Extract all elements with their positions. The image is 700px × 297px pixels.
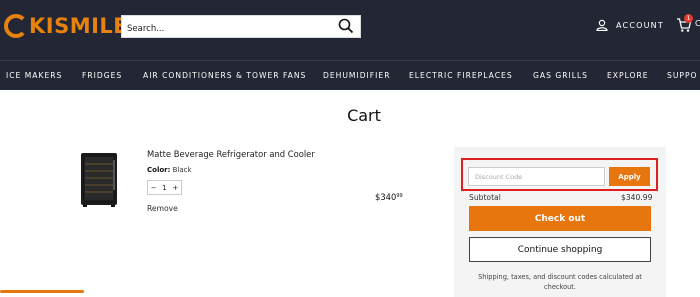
checkout-button[interactable]: Check out [469,206,651,231]
logo-c-mark [4,14,28,38]
search-icon[interactable] [338,18,354,34]
cart-label-partial[interactable]: C [695,19,700,28]
account-link[interactable]: ACCOUNT [596,19,664,31]
nav-item-ice-makers[interactable]: ICE MAKERS [6,71,62,80]
price-main: $340 [375,192,397,202]
qty-decrease-button[interactable]: − [151,184,157,192]
main-nav: ICE MAKERS FRIDGES AIR CONDITIONERS & TO… [0,60,700,90]
nav-item-dehumidifier[interactable]: DEHUMIDIFIER [323,71,390,80]
color-label: Color: [147,166,171,174]
nav-item-air-conditioners[interactable]: AIR CONDITIONERS & TOWER FANS [143,71,306,80]
cart-count-badge: 1 [684,14,693,23]
discount-code-input[interactable] [468,167,605,186]
product-image[interactable] [80,152,118,208]
page-title: Cart [347,106,381,125]
nav-item-fridges[interactable]: FRIDGES [82,71,122,80]
search-input[interactable] [122,18,332,40]
account-label: ACCOUNT [616,20,664,30]
quantity-stepper: − 1 + [147,180,182,195]
nav-item-gas-grills[interactable]: GAS GRILLS [533,71,588,80]
nav-item-explore[interactable]: EXPLORE [607,71,649,80]
line-price: $34099 [375,192,403,202]
logo-text: KISMILE [29,14,129,38]
kismile-logo[interactable]: KISMILE [4,10,128,42]
product-color: Color: Black [147,166,192,174]
qty-value[interactable]: 1 [162,184,166,192]
checkout-note: Shipping, taxes, and discount codes calc… [478,273,642,291]
user-icon [596,19,608,31]
search-box [121,15,361,40]
qty-increase-button[interactable]: + [172,184,178,192]
nav-item-electric-fireplaces[interactable]: ELECTRIC FIREPLACES [409,71,513,80]
nav-item-support[interactable]: SUPPO [667,71,698,80]
site-header: KISMILE ACCOUNT 1 C [0,0,700,60]
apply-discount-button[interactable]: Apply [609,167,650,186]
subtotal-label: Subtotal [469,193,501,202]
product-name-link[interactable]: Matte Beverage Refrigerator and Cooler [147,149,315,159]
continue-shopping-button[interactable]: Continue shopping [469,237,651,262]
price-cents: 99 [396,193,403,199]
remove-link[interactable]: Remove [147,204,178,213]
subtotal-value: $340.99 [621,193,653,202]
color-value: Black [172,166,192,174]
